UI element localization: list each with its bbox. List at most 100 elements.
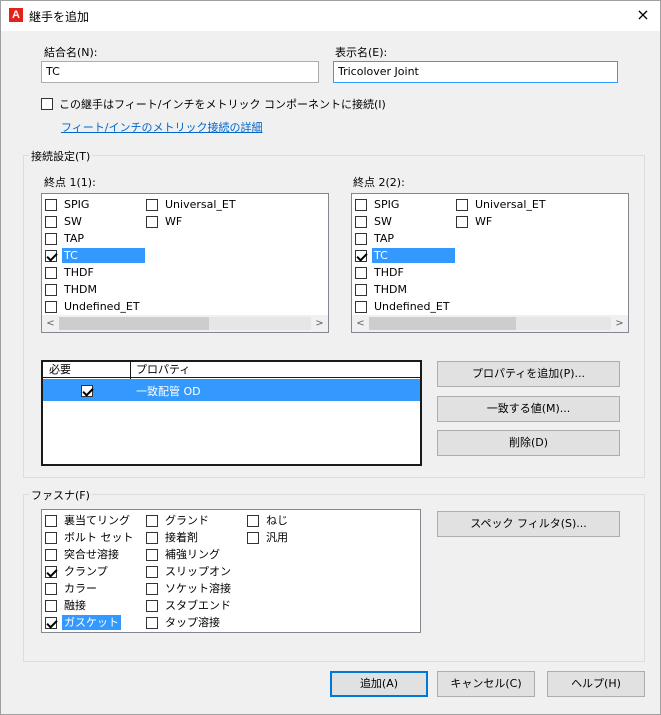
spec-filter-button[interactable]: スペック フィルタ(S)... bbox=[437, 511, 620, 537]
fastener-item-checkbox[interactable] bbox=[247, 531, 259, 544]
end2-item-checkbox[interactable] bbox=[456, 215, 468, 228]
scroll-left-icon[interactable]: < bbox=[42, 315, 59, 332]
end2-list-item[interactable]: SPIG bbox=[355, 196, 401, 213]
fastener-list-item[interactable]: 汎用 bbox=[247, 529, 290, 546]
end2-item-checkbox[interactable] bbox=[456, 198, 468, 211]
fastener-list-item[interactable]: グランド bbox=[146, 512, 211, 529]
fastener-list-item[interactable]: クランプ bbox=[45, 563, 110, 580]
add-property-button[interactable]: プロパティを追加(P)... bbox=[437, 361, 620, 387]
cancel-button[interactable]: キャンセル(C) bbox=[437, 671, 535, 697]
add-button[interactable]: 追加(A) bbox=[330, 671, 428, 697]
end1-list-item[interactable]: SPIG bbox=[45, 196, 91, 213]
end2-list-item[interactable]: TC bbox=[355, 247, 455, 264]
fastener-item-checkbox[interactable] bbox=[45, 599, 57, 612]
metric-connection-checkbox-row[interactable]: この継手はフィート/インチをメトリック コンポーネントに接続(I) bbox=[41, 96, 386, 112]
fastener-list-item[interactable]: 補強リング bbox=[146, 546, 222, 563]
required-checkbox[interactable] bbox=[81, 384, 93, 397]
horizontal-scrollbar[interactable]: < > bbox=[42, 315, 328, 332]
match-value-button[interactable]: 一致する値(M)... bbox=[437, 396, 620, 422]
end2-list-item[interactable]: SW bbox=[355, 213, 394, 230]
fastener-item-checkbox[interactable] bbox=[247, 514, 259, 527]
end1-listbox[interactable]: SPIG SW TAP TC THDF THDM Undefined_ET Universal… bbox=[41, 193, 329, 333]
fastener-item-checkbox[interactable] bbox=[45, 616, 57, 629]
fastener-list-item[interactable]: 突合せ溶接 bbox=[45, 546, 121, 563]
close-icon[interactable]: × bbox=[629, 3, 657, 27]
end1-item-checkbox[interactable] bbox=[45, 249, 57, 262]
end1-list-item[interactable]: Universal_ET bbox=[146, 196, 238, 213]
fastener-item-checkbox[interactable] bbox=[146, 514, 158, 527]
fastener-list-item[interactable]: ねじ bbox=[247, 512, 290, 529]
end1-list-item[interactable]: THDM bbox=[45, 281, 99, 298]
end1-list-item[interactable]: Undefined_ET bbox=[45, 298, 142, 315]
properties-table[interactable]: 必要 プロパティ 一致配管 OD bbox=[41, 360, 422, 466]
fastener-list-item[interactable]: タップ溶接 bbox=[146, 614, 222, 631]
end2-item-checkbox[interactable] bbox=[355, 198, 367, 211]
fastener-item-checkbox[interactable] bbox=[45, 565, 57, 578]
end2-list-item[interactable]: TAP bbox=[355, 230, 396, 247]
fastener-list-item[interactable]: 裏当てリング bbox=[45, 512, 132, 529]
end2-list-item[interactable]: THDF bbox=[355, 264, 406, 281]
scrollbar-track[interactable] bbox=[209, 317, 311, 330]
end2-list-item[interactable]: Universal_ET bbox=[456, 196, 548, 213]
scrollbar-thumb[interactable] bbox=[59, 317, 209, 330]
fastener-item-checkbox[interactable] bbox=[146, 616, 158, 629]
end1-item-checkbox[interactable] bbox=[45, 300, 57, 313]
fastener-item-label: クランプ bbox=[64, 565, 108, 578]
fasteners-listbox[interactable]: 裏当てリング ボルト セット 突合せ溶接クランプカラー 融接 ガスケット グランド 接着剤補… bbox=[41, 509, 421, 633]
metric-connection-checkbox[interactable] bbox=[41, 98, 53, 110]
fastener-list-item[interactable]: 融接 bbox=[45, 597, 88, 614]
fastener-item-checkbox[interactable] bbox=[45, 514, 57, 527]
horizontal-scrollbar[interactable]: < > bbox=[352, 315, 628, 332]
fastener-list-item[interactable]: ソケット溶接 bbox=[146, 580, 233, 597]
end1-item-checkbox[interactable] bbox=[45, 232, 57, 245]
end2-list-item[interactable]: Undefined_ET bbox=[355, 298, 452, 315]
end2-listbox[interactable]: SPIG SW TAP TC THDF THDM Undefined_ET Universal… bbox=[351, 193, 629, 333]
end1-item-checkbox[interactable] bbox=[45, 283, 57, 296]
end1-list-item[interactable]: WF bbox=[146, 213, 184, 230]
end2-item-checkbox[interactable] bbox=[355, 266, 367, 279]
fastener-list-item[interactable]: スリップオン bbox=[146, 563, 233, 580]
fastener-item-checkbox[interactable] bbox=[45, 582, 57, 595]
end2-list-item[interactable]: THDM bbox=[355, 281, 409, 298]
fastener-item-checkbox[interactable] bbox=[146, 582, 158, 595]
end1-item-checkbox[interactable] bbox=[45, 198, 57, 211]
end1-list-item[interactable]: THDF bbox=[45, 264, 96, 281]
fastener-list-item[interactable]: カラー bbox=[45, 580, 99, 597]
scroll-right-icon[interactable]: > bbox=[311, 315, 328, 332]
end1-item-checkbox[interactable] bbox=[146, 198, 158, 211]
display-name-input[interactable]: Tricolover Joint bbox=[333, 61, 618, 83]
end1-item-checkbox[interactable] bbox=[146, 215, 158, 228]
fastener-item-checkbox[interactable] bbox=[146, 599, 158, 612]
fastener-list-item[interactable]: ガスケット bbox=[45, 614, 121, 631]
end1-list-item[interactable]: SW bbox=[45, 213, 84, 230]
end2-item-checkbox[interactable] bbox=[355, 232, 367, 245]
add-joint-dialog: A 継手を追加 × 結合名(N): TC 表示名(E): Tricolover … bbox=[0, 0, 661, 715]
fastener-list-item[interactable]: 接着剤 bbox=[146, 529, 200, 546]
scrollbar-track[interactable] bbox=[516, 317, 611, 330]
help-button[interactable]: ヘルプ(H) bbox=[547, 671, 645, 697]
end1-list-item[interactable]: TC bbox=[45, 247, 145, 264]
end2-list-item[interactable]: WF bbox=[456, 213, 494, 230]
delete-button[interactable]: 削除(D) bbox=[437, 430, 620, 456]
fastener-item-checkbox[interactable] bbox=[45, 548, 57, 561]
end1-list-item[interactable]: TAP bbox=[45, 230, 86, 247]
fastener-list-item[interactable]: スタブエンド bbox=[146, 597, 233, 614]
end2-item-checkbox[interactable] bbox=[355, 300, 367, 313]
end1-item-checkbox[interactable] bbox=[45, 215, 57, 228]
fastener-item-checkbox[interactable] bbox=[146, 565, 158, 578]
end2-item-checkbox[interactable] bbox=[355, 215, 367, 228]
end2-item-checkbox[interactable] bbox=[355, 283, 367, 296]
fastener-list-item[interactable]: ボルト セット bbox=[45, 529, 136, 546]
fastener-item-checkbox[interactable] bbox=[45, 531, 57, 544]
end1-item-checkbox[interactable] bbox=[45, 266, 57, 279]
join-name-input[interactable]: TC bbox=[41, 61, 319, 83]
connection-settings-label: 接続設定(T) bbox=[29, 148, 93, 164]
scrollbar-thumb[interactable] bbox=[369, 317, 516, 330]
table-row[interactable]: 一致配管 OD bbox=[43, 379, 420, 401]
end2-item-checkbox[interactable] bbox=[355, 249, 367, 262]
fastener-item-checkbox[interactable] bbox=[146, 548, 158, 561]
scroll-right-icon[interactable]: > bbox=[611, 315, 628, 332]
fastener-item-checkbox[interactable] bbox=[146, 531, 158, 544]
scroll-left-icon[interactable]: < bbox=[352, 315, 369, 332]
metric-connection-details-link[interactable]: フィート/インチのメトリック接続の詳細 bbox=[61, 119, 263, 135]
